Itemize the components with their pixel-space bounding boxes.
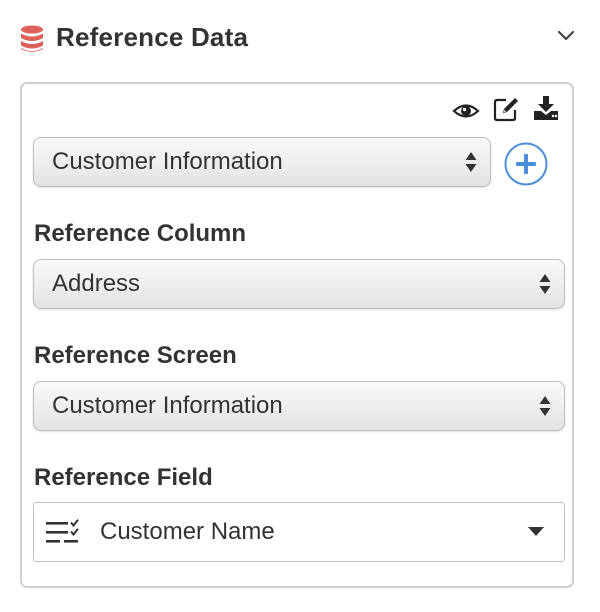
reference-data-panel: Reference Data Customer Information Refe… <box>0 0 600 612</box>
reference-field-dropdown[interactable]: Customer Name <box>33 502 565 562</box>
edit-icon[interactable] <box>492 96 520 122</box>
reference-card: Customer Information Reference Column Ad… <box>20 82 574 588</box>
eye-icon[interactable] <box>452 98 480 124</box>
chevron-down-icon[interactable] <box>555 26 577 46</box>
reference-column-label: Reference Column <box>34 220 247 247</box>
reference-screen-value: Customer Information <box>52 392 283 419</box>
database-icon <box>21 25 43 52</box>
reference-column-value: Address <box>52 270 141 297</box>
source-select-value: Customer Information <box>52 148 283 175</box>
updown-arrows-icon <box>539 274 551 294</box>
plus-circle-icon[interactable] <box>504 142 548 186</box>
reference-screen-select[interactable]: Customer Information <box>33 381 565 431</box>
source-select[interactable]: Customer Information <box>33 137 491 187</box>
updown-arrows-icon <box>539 396 551 416</box>
panel-title: Reference Data <box>56 22 249 52</box>
reference-field-value: Customer Name <box>100 518 275 545</box>
updown-arrows-icon <box>465 152 477 172</box>
reference-field-label: Reference Field <box>34 464 213 491</box>
download-icon[interactable] <box>532 95 560 121</box>
caret-down-icon <box>528 527 544 536</box>
reference-column-select[interactable]: Address <box>33 259 565 309</box>
reference-screen-label: Reference Screen <box>34 342 237 369</box>
panel-header: Reference Data <box>0 0 600 80</box>
list-check-icon <box>46 519 79 543</box>
